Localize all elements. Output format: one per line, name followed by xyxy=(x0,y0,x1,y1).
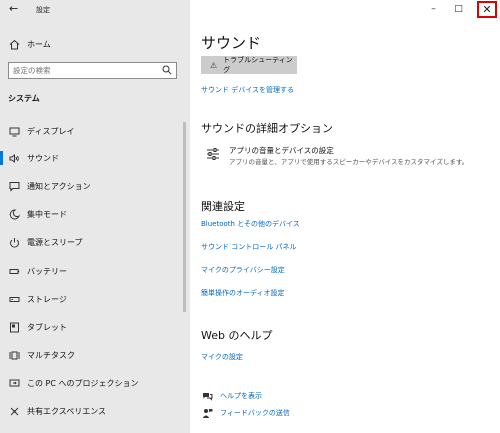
back-arrow-icon[interactable]: ← xyxy=(9,3,18,15)
related-link-sound-control-panel[interactable]: サウンド コントロール パネル xyxy=(201,242,296,252)
warning-icon: ⚠ xyxy=(210,60,218,70)
feedback-link[interactable]: フィードバックの送信 xyxy=(201,406,401,420)
window-controls: – □ ✕ xyxy=(421,0,500,20)
notification-icon xyxy=(8,180,20,192)
tablet-icon xyxy=(8,321,20,333)
app-volume-description: アプリの音量と、アプリで使用するスピーカーやデバイスをカスタマイズします。 xyxy=(229,158,469,166)
troubleshoot-label: トラブルシューティング xyxy=(223,56,293,74)
sliders-icon xyxy=(207,148,219,160)
app-title: 設定 xyxy=(36,6,50,14)
search-icon[interactable] xyxy=(162,65,172,75)
sidebar-item-label: ディスプレイ xyxy=(27,126,75,136)
sidebar-scrollbar[interactable] xyxy=(183,122,186,312)
web-help-heading: Web のヘルプ xyxy=(201,329,273,342)
battery-icon xyxy=(8,265,20,277)
app-volume-title: アプリの音量とデバイスの設定 xyxy=(229,146,334,155)
active-indicator xyxy=(0,151,3,165)
close-button[interactable]: ✕ xyxy=(477,1,497,18)
feedback-person-icon xyxy=(201,407,213,419)
sidebar-item-label: サウンド xyxy=(27,153,59,163)
related-settings-heading: 関連設定 xyxy=(201,200,245,213)
web-help-link-mic[interactable]: マイクの設定 xyxy=(201,352,243,362)
section-heading-system: システム xyxy=(8,94,40,103)
multitask-icon xyxy=(8,349,20,361)
search-box xyxy=(8,62,177,79)
sidebar-item-label: ホーム xyxy=(27,39,51,49)
power-icon xyxy=(8,236,20,248)
sidebar-item-notifications[interactable]: 通知とアクション xyxy=(0,176,182,196)
sidebar-item-battery[interactable]: バッテリー xyxy=(0,261,182,281)
sidebar-item-shared[interactable]: 共有エクスペリエンス xyxy=(0,401,182,421)
manage-devices-link[interactable]: サウンド デバイスを管理する xyxy=(201,85,294,95)
sidebar-item-storage[interactable]: ストレージ xyxy=(0,289,182,309)
speaker-icon xyxy=(8,152,20,164)
get-help-label: ヘルプを表示 xyxy=(220,392,262,400)
sidebar-item-focus[interactable]: 集中モード xyxy=(0,204,182,224)
sidebar-item-multitask[interactable]: マルチタスク xyxy=(0,345,182,365)
help-chat-icon xyxy=(201,390,213,402)
minimize-button[interactable]: – xyxy=(421,0,446,18)
search-input[interactable] xyxy=(9,63,159,78)
sidebar-item-label: この PC へのプロジェクション xyxy=(27,378,139,388)
sidebar-item-label: マルチタスク xyxy=(27,350,75,360)
sidebar-item-label: 集中モード xyxy=(27,209,67,219)
sidebar-item-label: 共有エクスペリエンス xyxy=(27,406,107,416)
sidebar-item-label: 電源とスリープ xyxy=(27,237,83,247)
storage-icon xyxy=(8,293,20,305)
home-icon xyxy=(8,38,20,50)
projection-icon xyxy=(8,377,20,389)
sidebar-item-projection[interactable]: この PC へのプロジェクション xyxy=(0,373,182,393)
sidebar-item-label: タブレット xyxy=(27,322,67,332)
display-icon xyxy=(8,125,20,137)
page-title: サウンド xyxy=(201,34,262,52)
sidebar-item-power[interactable]: 電源とスリープ xyxy=(0,232,182,252)
sidebar: ← 設定 ホーム システム ディスプレイ サウンド 通知とアクション xyxy=(0,0,190,433)
sidebar-item-label: バッテリー xyxy=(27,266,67,276)
related-link-mic-privacy[interactable]: マイクのプライバシー設定 xyxy=(201,265,285,275)
get-help-link[interactable]: ヘルプを表示 xyxy=(201,389,401,403)
sidebar-item-label: ストレージ xyxy=(27,294,67,304)
maximize-button[interactable]: □ xyxy=(446,0,471,18)
sidebar-item-tablet[interactable]: タブレット xyxy=(0,317,182,337)
sidebar-item-label: 通知とアクション xyxy=(27,181,91,191)
feedback-label: フィードバックの送信 xyxy=(220,409,290,417)
moon-icon xyxy=(8,208,20,220)
advanced-options-heading: サウンドの詳細オプション xyxy=(201,122,333,135)
related-link-bluetooth[interactable]: Bluetooth とその他のデバイス xyxy=(201,219,300,229)
troubleshoot-button[interactable]: ⚠ トラブルシューティング xyxy=(201,56,297,74)
main-content: – □ ✕ サウンド ⚠ トラブルシューティング サウンド デバイスを管理する … xyxy=(190,0,500,433)
sidebar-item-sound[interactable]: サウンド xyxy=(0,148,182,168)
sidebar-item-display[interactable]: ディスプレイ xyxy=(0,121,182,141)
related-link-ease-of-access-audio[interactable]: 簡単操作のオーディオ設定 xyxy=(201,288,285,298)
title-bar-left: ← 設定 xyxy=(0,0,190,20)
shared-icon xyxy=(8,405,20,417)
app-volume-setting[interactable]: アプリの音量とデバイスの設定 アプリの音量と、アプリで使用するスピーカーやデバイ… xyxy=(206,145,486,171)
sidebar-item-home[interactable]: ホーム xyxy=(0,34,190,54)
